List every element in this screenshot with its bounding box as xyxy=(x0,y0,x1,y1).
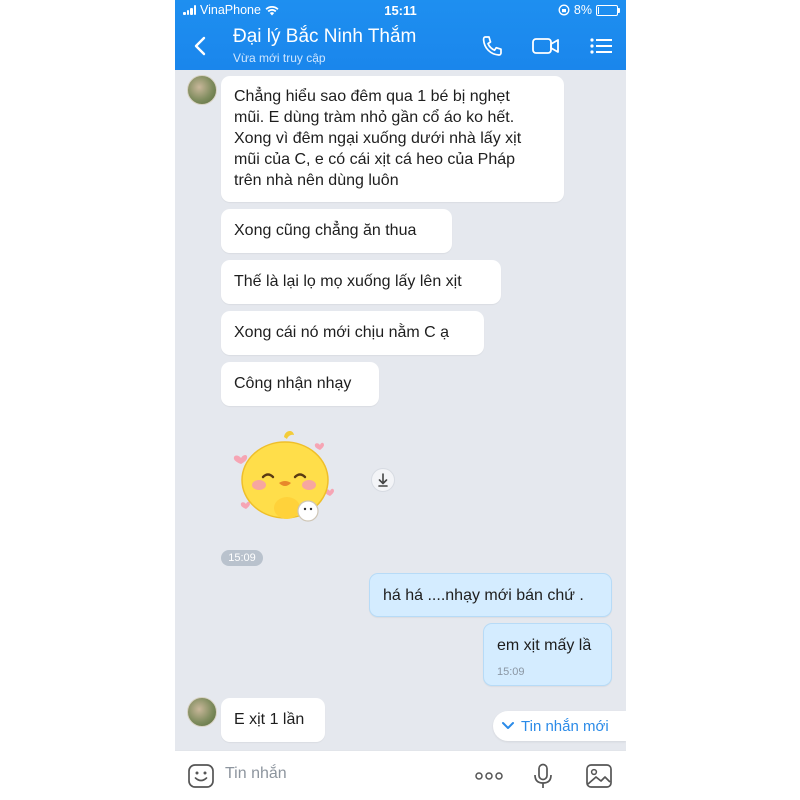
rotation-lock-icon xyxy=(558,4,570,16)
message-line: trên nhà nên dùng luôn xyxy=(234,172,399,189)
message-bubble-incoming[interactable]: Xong cũng chẳng ăn thua xyxy=(221,209,452,253)
message-bubble-incoming[interactable]: Xong cái nó mới chịu nằm C ạ xyxy=(221,311,484,355)
emoji-icon[interactable] xyxy=(187,763,215,789)
chat-subtitle: Vừa mới truy cập xyxy=(233,51,326,65)
chat-title[interactable]: Đại lý Bắc Ninh Thắm xyxy=(233,26,416,48)
message-line: mũi. E dùng tràm nhỏ gần cổ áo ko hết. xyxy=(234,109,515,126)
message-text: E xịt 1 lần xyxy=(234,711,305,728)
message-bubble-incoming[interactable]: Thế là lại lọ mọ xuống lấy lên xịt xyxy=(221,260,501,304)
message-line: Xong vì đêm ngại xuống dưới nhà lấy xịt xyxy=(234,130,522,147)
video-call-icon[interactable] xyxy=(531,34,561,58)
message-bubble-outgoing[interactable]: em xịt mấy lầ 15:09 xyxy=(483,623,612,686)
message-bubble-incoming[interactable]: Chẳng hiểu sao đêm qua 1 bé bị nghẹt mũi… xyxy=(221,76,564,202)
message-text: em xịt mấy lầ xyxy=(497,637,592,654)
message-text: Xong cũng chẳng ăn thua xyxy=(234,222,417,239)
battery-percent: 8% xyxy=(573,3,592,17)
message-input[interactable]: Tin nhắn xyxy=(225,765,287,783)
microphone-icon[interactable] xyxy=(529,763,557,789)
message-line: mũi của C, e có cái xịt cá heo của Pháp xyxy=(234,151,516,168)
message-timestamp: 15:09 xyxy=(221,550,263,566)
message-bubble-outgoing[interactable]: há há ....nhạy mới bán chứ . xyxy=(369,573,612,617)
status-battery: 8% xyxy=(558,3,620,17)
phone-icon[interactable] xyxy=(479,34,505,58)
message-text: Thế là lại lọ mọ xuống lấy lên xịt xyxy=(234,273,462,290)
more-icon[interactable] xyxy=(473,763,505,789)
yellow-chick-sticker[interactable] xyxy=(227,425,342,530)
back-icon[interactable] xyxy=(189,34,213,58)
message-text: Công nhận nhạy xyxy=(234,375,352,392)
menu-list-icon[interactable] xyxy=(588,34,614,58)
battery-icon xyxy=(596,4,620,16)
message-text: Xong cái nó mới chịu nằm C ạ xyxy=(234,324,450,341)
contact-avatar[interactable] xyxy=(187,75,217,105)
download-icon[interactable] xyxy=(371,468,395,492)
battery-fill xyxy=(598,6,599,14)
message-timestamp: 15:09 xyxy=(497,666,525,678)
message-input-bar: Tin nhắn xyxy=(175,750,626,800)
chat-header: VinaPhone 15:11 8% Đại lý Bắc Ninh Thắm … xyxy=(175,0,626,70)
message-bubble-incoming[interactable]: E xịt 1 lần xyxy=(221,698,325,742)
message-bubble-incoming[interactable]: Công nhận nhạy xyxy=(221,362,379,406)
message-line: Chẳng hiểu sao đêm qua 1 bé bị nghẹt xyxy=(234,88,510,105)
new-messages-label: Tin nhắn mới xyxy=(521,717,609,735)
contact-avatar[interactable] xyxy=(187,697,217,727)
new-messages-button[interactable]: Tin nhắn mới xyxy=(493,711,626,741)
message-text: há há ....nhạy mới bán chứ . xyxy=(383,587,584,604)
image-icon[interactable] xyxy=(585,763,613,789)
chat-screen: VinaPhone 15:11 8% Đại lý Bắc Ninh Thắm … xyxy=(175,0,626,800)
chevron-down-icon xyxy=(502,722,514,729)
